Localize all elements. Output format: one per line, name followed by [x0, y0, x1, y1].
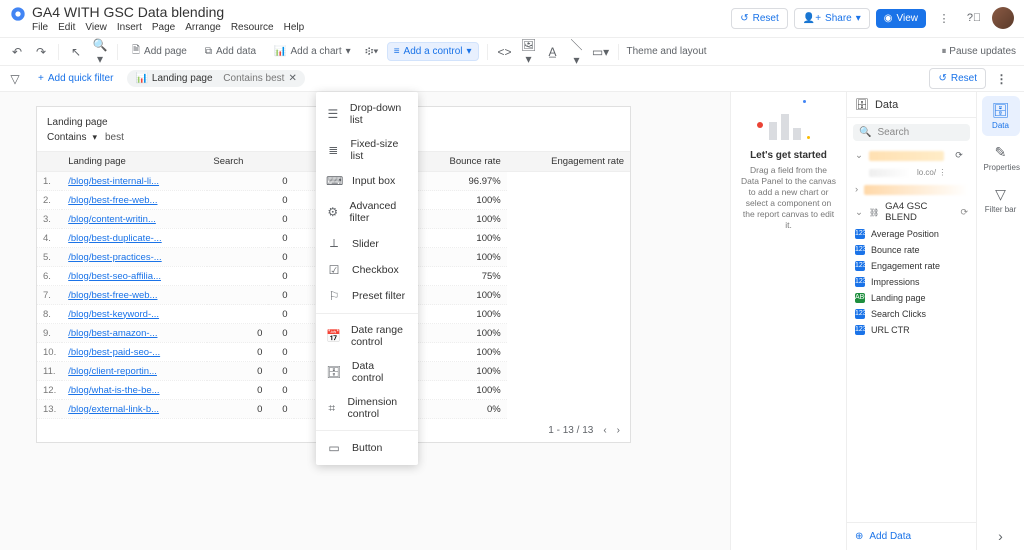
image-icon[interactable]: 🖼▾ [520, 38, 538, 66]
add-data-button[interactable]: ⧉ Add data [199, 43, 262, 60]
menu-item-date-range-control[interactable]: 📅Date range control [316, 318, 418, 354]
rail-data[interactable]: 🗄Data [982, 96, 1020, 136]
right-rail: 🗄Data✎Properties▽Filter bar › [976, 92, 1024, 550]
shape-icon[interactable]: ▭▾ [592, 45, 610, 59]
menu-page[interactable]: Page [152, 22, 175, 33]
data-panel-icon: 🗄 [855, 98, 869, 111]
account-avatar[interactable] [992, 7, 1014, 29]
menu-item-preset-filter[interactable]: ⚐Preset filter [316, 283, 418, 309]
setup-illustration-icon [759, 102, 819, 144]
add-control-menu: ☰Drop-down list≣Fixed-size list⌨Input bo… [316, 92, 418, 465]
search-input[interactable]: 🔍 Search [853, 124, 970, 141]
data-field[interactable]: 123Average Position [847, 226, 976, 242]
reset-button[interactable]: ↺ Reset [731, 8, 788, 29]
filter-value-input[interactable]: best [105, 132, 124, 143]
more-options-icon[interactable]: ⋮ [992, 72, 1010, 86]
menu-edit[interactable]: Edit [58, 22, 75, 33]
filter-bar: ▽ + Add quick filter 📊 Landing page Cont… [0, 66, 1024, 92]
filter-operator-select[interactable]: Contains▾ [47, 132, 97, 143]
looker-studio-logo [10, 6, 26, 22]
datasource-row[interactable]: › [847, 181, 976, 198]
collapse-panel-icon[interactable]: › [992, 522, 1009, 550]
add-data-button[interactable]: ⊕ Add Data [847, 522, 976, 550]
setup-panel: Let's get started Drag a field from the … [730, 92, 846, 550]
url-embed-icon[interactable]: <> [496, 45, 514, 59]
filter-icon[interactable]: ▽ [6, 72, 24, 86]
community-viz-icon[interactable]: ፨▾ [363, 44, 381, 59]
add-control-button[interactable]: ≡ Add a control ▾ [387, 42, 479, 61]
pointer-icon[interactable]: ↖ [67, 45, 85, 59]
line-icon[interactable]: ＼▾ [568, 36, 586, 67]
share-button[interactable]: 👤+ Share ▾ [794, 8, 870, 29]
rail-filter-bar[interactable]: ▽Filter bar [982, 180, 1020, 220]
theme-button[interactable]: Theme and layout [627, 46, 707, 57]
more-options-icon[interactable]: ⋮ [932, 6, 956, 30]
add-page-button[interactable]: 🗎 Add page [126, 40, 193, 63]
data-field[interactable]: 123Impressions [847, 274, 976, 290]
menu-item-input-box[interactable]: ⌨Input box [316, 168, 418, 194]
menu-view[interactable]: View [85, 22, 107, 33]
pause-updates-button[interactable]: ⏸ Pause updates [942, 46, 1017, 57]
text-icon[interactable]: A̲ [544, 45, 562, 59]
menu-item-advanced-filter[interactable]: ⚙Advanced filter [316, 194, 418, 230]
help-icon[interactable]: ?⃝ [962, 6, 986, 30]
doc-title[interactable]: GA4 WITH GSC Data blending [32, 4, 304, 20]
toolbar: ↶ ↷ ↖ 🔍▾ 🗎 Add page ⧉ Add data 📊 Add a c… [0, 38, 1024, 66]
menu-insert[interactable]: Insert [117, 22, 142, 33]
menu-item-button[interactable]: ▭Button [316, 435, 418, 461]
menu-item-dimension-control[interactable]: ⌗Dimension control [316, 390, 418, 426]
data-field[interactable]: 123Search Clicks [847, 306, 976, 322]
menu-item-fixed-size-list[interactable]: ≣Fixed-size list [316, 132, 418, 168]
undo-icon[interactable]: ↶ [8, 45, 26, 59]
menu-resource[interactable]: Resource [231, 22, 274, 33]
filter-chip[interactable]: 📊 Landing page Contains best ✕ [127, 70, 304, 87]
menu-item-checkbox[interactable]: ☑Checkbox [316, 257, 418, 283]
redo-icon[interactable]: ↷ [32, 45, 50, 59]
datasource-row[interactable]: ⌄⟳ [847, 147, 976, 164]
data-panel: 🗄Data 🔍 Search ⌄⟳ ⌄lo.co/ ⋮ › ⌄⛓GA4 GSC … [846, 92, 976, 550]
data-field[interactable]: ABCLanding page [847, 290, 976, 306]
menu-bar: File Edit View Insert Page Arrange Resou… [32, 22, 304, 33]
zoom-icon[interactable]: 🔍▾ [91, 38, 109, 66]
menu-item-drop-down-list[interactable]: ☰Drop-down list [316, 96, 418, 132]
menu-item-data-control[interactable]: 🗄Data control [316, 354, 418, 390]
close-icon[interactable]: ✕ [288, 73, 296, 84]
menu-help[interactable]: Help [284, 22, 305, 33]
canvas-reset-button[interactable]: ↺ Reset [929, 68, 986, 89]
datasource-row[interactable]: ⌄⛓GA4 GSC BLEND⟳ [847, 198, 976, 226]
data-field[interactable]: 123URL CTR [847, 322, 976, 338]
setup-description: Drag a field from the Data Panel to the … [741, 165, 836, 231]
menu-arrange[interactable]: Arrange [185, 22, 221, 33]
data-field[interactable]: 123Engagement rate [847, 258, 976, 274]
data-field[interactable]: 123Bounce rate [847, 242, 976, 258]
add-chart-button[interactable]: 📊 Add a chart ▾ [268, 43, 357, 60]
setup-heading: Let's get started [750, 150, 827, 161]
add-quick-filter-button[interactable]: + Add quick filter [30, 70, 121, 87]
menu-item-slider[interactable]: ⟂Slider [316, 230, 418, 257]
rail-properties[interactable]: ✎Properties [982, 138, 1020, 178]
view-button[interactable]: ◉ View [876, 9, 926, 28]
menu-file[interactable]: File [32, 22, 48, 33]
data-panel-title: Data [875, 99, 898, 111]
